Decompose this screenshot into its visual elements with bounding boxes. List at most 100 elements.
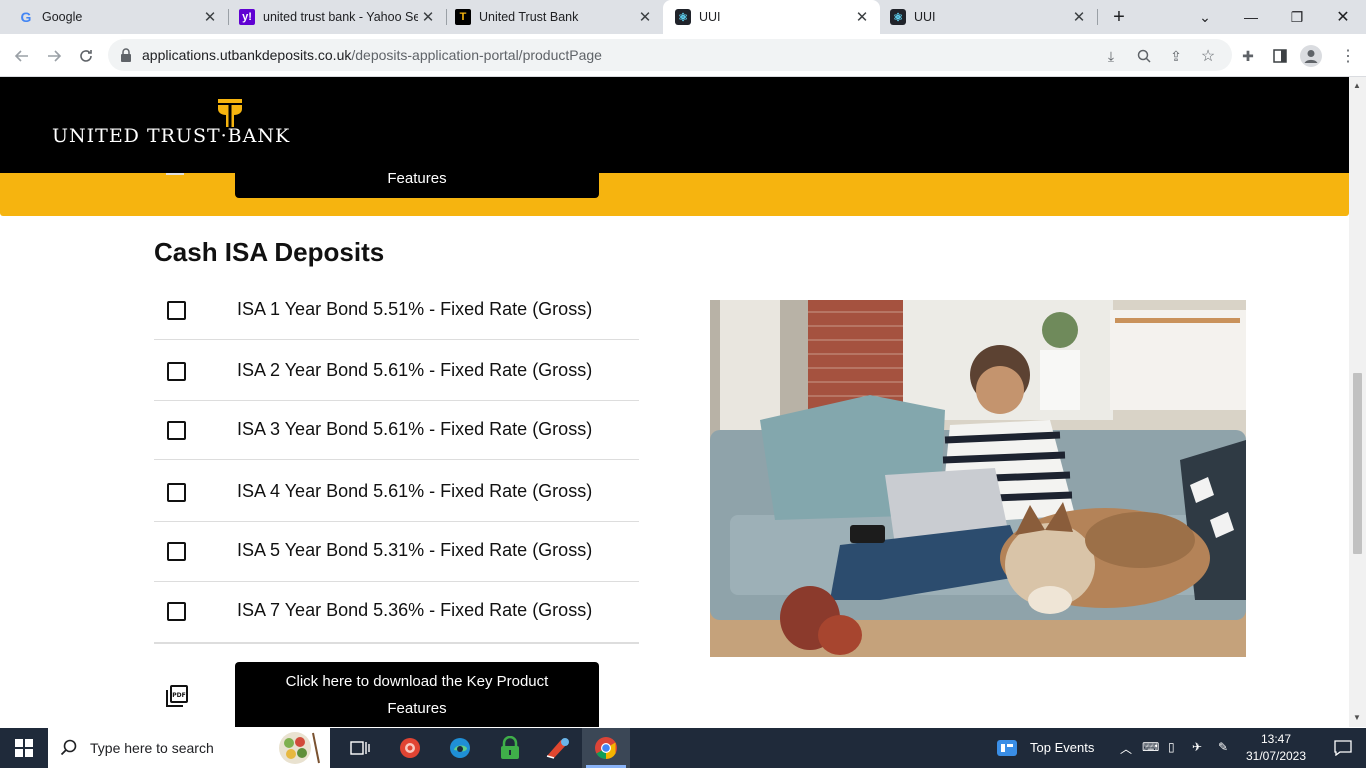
product-row[interactable]: ISA 3 Year Bond 5.61% - Fixed Rate (Gros… (154, 400, 639, 460)
scroll-down-arrow-icon[interactable]: ▼ (1353, 713, 1361, 722)
product-checkbox[interactable] (167, 421, 186, 440)
utb-logo-icon (218, 99, 242, 127)
lifestyle-photo (710, 300, 1246, 657)
checkbox-partial[interactable] (166, 173, 184, 175)
product-label[interactable]: ISA 2 Year Bond 5.61% - Fixed Rate (Gros… (237, 360, 592, 381)
restore-button[interactable]: ❐ (1274, 0, 1320, 34)
product-row[interactable]: ISA 2 Year Bond 5.61% - Fixed Rate (Gros… (154, 340, 639, 401)
tab-united-trust-bank[interactable]: T United Trust Bank ✕ (447, 0, 663, 34)
edge-icon (450, 738, 470, 758)
url-host: applications.utbankdeposits.co.uk (142, 47, 352, 63)
google-icon: G (20, 9, 32, 25)
product-label[interactable]: ISA 4 Year Bond 5.61% - Fixed Rate (Gros… (237, 481, 592, 502)
site-header: UNITED TRUST·BANK (0, 77, 1349, 173)
taskbar-app-tool[interactable] (534, 728, 582, 768)
close-window-button[interactable]: ✕ (1320, 0, 1366, 34)
close-tab-icon[interactable]: ✕ (635, 8, 655, 26)
top-events-label[interactable]: Top Events (1030, 740, 1094, 755)
product-label[interactable]: ISA 1 Year Bond 5.51% - Fixed Rate (Gros… (237, 299, 592, 320)
react-icon: ⚛ (675, 9, 691, 25)
svg-text:PDF: PDF (172, 692, 185, 699)
close-tab-icon[interactable]: ✕ (1069, 8, 1089, 26)
share-icon[interactable]: ⇪ (1165, 45, 1187, 67)
url-text: applications.utbankdeposits.co.uk/deposi… (142, 47, 602, 63)
chrome-menu-icon[interactable]: ⋮ (1337, 45, 1359, 67)
green-lock-icon (501, 736, 519, 759)
address-bar[interactable]: applications.utbankdeposits.co.uk/deposi… (108, 39, 1232, 71)
product-checkbox[interactable] (167, 602, 186, 621)
product-checkbox[interactable] (167, 483, 186, 502)
site-logo-text[interactable]: UNITED TRUST·BANK (52, 125, 290, 147)
new-tab-button[interactable]: + (1097, 0, 1141, 34)
product-checkbox[interactable] (167, 301, 186, 320)
product-checkbox[interactable] (167, 362, 186, 381)
minimize-button[interactable]: — (1228, 0, 1274, 34)
download-key-features-button[interactable]: Click here to download the Key Product F… (235, 662, 599, 727)
scroll-up-arrow-icon[interactable]: ▲ (1353, 81, 1361, 90)
notifications-button[interactable] (1320, 728, 1366, 768)
install-app-icon[interactable]: ⤓ (1100, 45, 1122, 67)
tab-search-chevron-icon[interactable]: ⌄ (1182, 0, 1228, 34)
taskbar-clock[interactable]: 13:47 31/07/2023 (1236, 731, 1316, 765)
network-icon[interactable]: ✈ (1192, 740, 1202, 754)
antivirus-icon (400, 738, 420, 758)
close-tab-icon[interactable]: ✕ (852, 8, 872, 26)
reload-icon (80, 50, 92, 62)
forward-button[interactable] (40, 42, 68, 70)
clock-time: 13:47 (1260, 732, 1292, 746)
close-tab-icon[interactable]: ✕ (200, 8, 220, 26)
product-row[interactable]: ISA 1 Year Bond 5.51% - Fixed Rate (Gros… (154, 279, 639, 340)
task-view-button[interactable] (336, 728, 384, 768)
tab-title: united trust bank - Yahoo Sea (263, 10, 418, 24)
bookmark-star-icon[interactable]: ☆ (1197, 45, 1219, 67)
product-label[interactable]: ISA 5 Year Bond 5.31% - Fixed Rate (Gros… (237, 540, 592, 561)
tab-google[interactable]: G Google ✕ (0, 0, 228, 34)
url-path: /deposits-application-portal/productPage (351, 47, 602, 63)
product-checkbox[interactable] (167, 542, 186, 561)
side-panel-icon[interactable] (1269, 45, 1291, 67)
close-tab-icon[interactable]: ✕ (418, 8, 438, 26)
product-row[interactable]: ISA 4 Year Bond 5.61% - Fixed Rate (Gros… (154, 461, 639, 522)
page-viewport: UNITED TRUST·BANK Features Cash ISA Depo… (0, 77, 1349, 727)
taskbar-app-security[interactable] (386, 728, 434, 768)
tab-title: United Trust Bank (479, 10, 579, 24)
device-icon[interactable]: ▯ (1168, 740, 1175, 754)
taskbar-app-edge[interactable] (436, 728, 484, 768)
pen-icon[interactable]: ✎ (1218, 740, 1228, 754)
tab-yahoo[interactable]: y! united trust bank - Yahoo Sea ✕ (229, 0, 446, 34)
product-label[interactable]: ISA 3 Year Bond 5.61% - Fixed Rate (Gros… (237, 419, 592, 440)
product-label[interactable]: ISA 7 Year Bond 5.36% - Fixed Rate (Gros… (237, 600, 592, 621)
reload-button[interactable] (72, 42, 100, 70)
windows-taskbar: Type here to search Top Events ︿ ⌨ ▯ ✈ ✎… (0, 728, 1366, 768)
search-highlight-salad-icon (279, 732, 320, 764)
search-icon (60, 739, 77, 756)
react-icon: ⚛ (890, 9, 906, 25)
windows-logo-icon (15, 739, 33, 757)
scroll-thumb[interactable] (1353, 373, 1362, 554)
product-row[interactable]: ISA 5 Year Bond 5.31% - Fixed Rate (Gros… (154, 522, 639, 582)
notification-icon (1334, 740, 1352, 756)
chrome-icon (595, 737, 617, 759)
clock-date: 31/07/2023 (1245, 749, 1307, 763)
tab-uui[interactable]: ⚛ UUI ✕ (880, 0, 1097, 34)
extensions-puzzle-icon[interactable]: ✚ (1237, 45, 1259, 67)
windows-start-button[interactable] (0, 728, 48, 768)
search-placeholder: Type here to search (90, 740, 214, 756)
profile-avatar-icon[interactable] (1300, 45, 1322, 67)
product-band (0, 173, 1349, 216)
product-row[interactable]: ISA 7 Year Bond 5.36% - Fixed Rate (Gros… (154, 583, 639, 644)
button-label-line2: Features (387, 700, 447, 717)
page-scrollbar[interactable]: ▲ ▼ (1349, 77, 1366, 727)
taskbar-app-chrome-active[interactable] (582, 728, 630, 768)
lock-icon (121, 48, 131, 62)
tab-uui-active[interactable]: ⚛ UUI ✕ (663, 0, 880, 34)
zoom-icon[interactable] (1133, 45, 1155, 67)
back-button[interactable] (8, 42, 36, 70)
news-widget-icon[interactable] (992, 728, 1022, 768)
taskbar-search-box[interactable]: Type here to search (48, 728, 330, 768)
keyboard-layout-icon[interactable]: ⌨ (1142, 740, 1159, 754)
tab-title: UUI (699, 10, 721, 24)
taskbar-app-lock[interactable] (486, 728, 534, 768)
browser-tab-strip: G Google ✕ y! united trust bank - Yahoo … (0, 0, 1366, 34)
show-hidden-icons-chevron-icon[interactable]: ︿ (1120, 740, 1132, 757)
